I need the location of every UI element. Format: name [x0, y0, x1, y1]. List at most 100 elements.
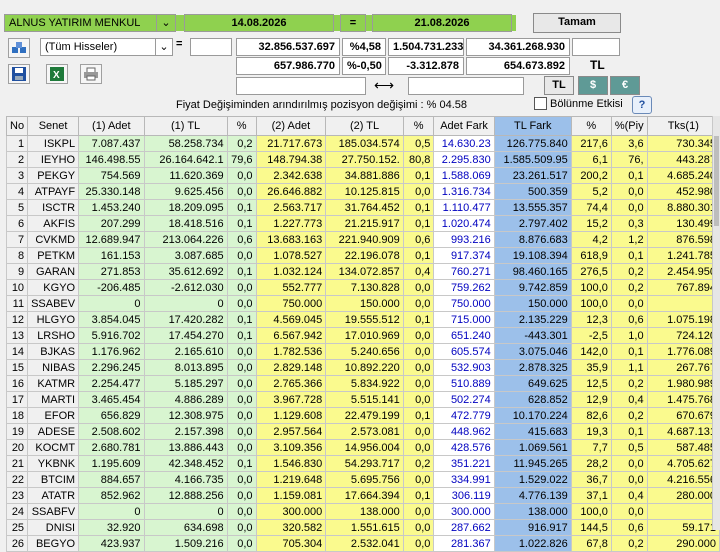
table-row[interactable]: 25 DNISI 32.920 634.698 0,0 320.582 1.551.615 0…: [5, 519, 720, 536]
cell-col-2-pct: 0,1: [402, 247, 435, 264]
table-row[interactable]: 18 EFOR 656.829 12.308.975 0,0 1.129.608 22.47…: [5, 407, 720, 424]
company-select[interactable]: ALNUS YATIRIM MENKUL: [4, 14, 160, 32]
cell-col-2-pct: 0,1: [402, 199, 435, 216]
cell-col-tl-fark: 500.359: [493, 183, 572, 200]
table-row[interactable]: 20 KOCMT 2.680.781 13.886.443 0,0 3.109.356 14…: [5, 439, 720, 456]
cell-col-adet-fark: 502.274: [433, 391, 495, 408]
table-row[interactable]: 11 SSABEV 0 0 0,0 750.000 150.000 0,0 750.000 150…: [5, 295, 720, 312]
cell-col-pct-piy: 0,6: [610, 311, 648, 328]
header-col-2-pct[interactable]: %: [402, 116, 435, 136]
start-date-field[interactable]: 14.08.2026: [184, 14, 334, 32]
cell-col-2-tl: 17.010.969: [325, 327, 404, 344]
header-col-adet-fark[interactable]: Adet Fark: [433, 116, 495, 136]
company-dropdown-button[interactable]: ⌄: [156, 14, 176, 32]
portfolio-icon[interactable]: [8, 38, 30, 58]
cell-col-2-adet: 1.227.773: [255, 215, 327, 232]
stock-filter-select[interactable]: (Tüm Hisseler): [40, 38, 156, 56]
cell-col-pct: 12,3: [570, 311, 612, 328]
save-icon[interactable]: [8, 64, 30, 84]
cell-col-1-tl: 17.454.270: [143, 327, 228, 344]
table-row[interactable]: 9 GARAN 271.853 35.612.692 0,1 1.032.124 134.0…: [5, 263, 720, 280]
table-row[interactable]: 19 ADESE 2.508.602 2.157.398 0,0 2.957.564 2.5…: [5, 423, 720, 440]
table-row[interactable]: 24 SSABFV 0 0 0,0 300.000 138.000 0,0 300.000 138…: [5, 503, 720, 520]
cell-col-2-pct: 0,1: [402, 487, 435, 504]
range-from-input[interactable]: [236, 77, 366, 95]
header-col-1-adet[interactable]: (1) Adet: [78, 116, 145, 136]
header-col-tl-fark[interactable]: TL Fark: [493, 116, 572, 136]
cell-col-adet-fark: 428.576: [433, 439, 495, 456]
table-row[interactable]: 15 NIBAS 2.296.245 8.013.895 0,0 2.829.148 10.…: [5, 359, 720, 376]
table-row[interactable]: 16 KATMR 2.254.477 5.185.297 0,0 2.765.366 5.8…: [5, 375, 720, 392]
split-effect-toggle[interactable]: Bölünme Etkisi: [534, 97, 623, 110]
cell-col-senet: BEGYO: [27, 535, 80, 552]
tamam-button[interactable]: Tamam: [533, 13, 621, 33]
cell-col-no: 22: [5, 471, 29, 488]
table-row[interactable]: 23 ATATR 852.962 12.888.256 0,0 1.159.081 17.6…: [5, 487, 720, 504]
table-row[interactable]: 2 IEYHO 146.498.55 26.164.642.1 79,6 148.794.…: [5, 151, 720, 168]
vertical-scrollbar[interactable]: [712, 116, 720, 530]
header-col-tks1[interactable]: Tks(1): [646, 116, 720, 136]
cell-col-tl-fark: -443.301: [493, 327, 572, 344]
header-col-1-pct[interactable]: %: [226, 116, 257, 136]
filter-value-input[interactable]: [190, 38, 232, 56]
cell-col-tks1: 267.767: [646, 359, 720, 376]
cell-col-pct: 100,0: [570, 503, 612, 520]
currency-tl-button[interactable]: TL: [544, 76, 574, 95]
cell-col-tks1: 1.241.785: [646, 247, 720, 264]
scrollbar-thumb[interactable]: [714, 136, 719, 226]
table-row[interactable]: 8 PETKM 161.153 3.087.685 0,0 1.078.527 22.196…: [5, 247, 720, 264]
printer-icon[interactable]: [80, 64, 102, 84]
table-row[interactable]: 21 YKBNK 1.195.609 42.348.452 0,1 1.546.830 54…: [5, 455, 720, 472]
cell-col-1-tl: 42.348.452: [143, 455, 228, 472]
cell-col-1-tl: 2.165.610: [143, 343, 228, 360]
table-row[interactable]: 14 BJKAS 1.176.962 2.165.610 0,0 1.782.536 5.2…: [5, 343, 720, 360]
cell-col-no: 4: [5, 183, 29, 200]
cell-col-1-adet: 3.465.454: [78, 391, 145, 408]
cell-col-2-tl: 134.072.857: [325, 263, 404, 280]
header-col-pct-piy[interactable]: %(Piy: [610, 116, 648, 136]
table-row[interactable]: 7 CVKMD 12.689.947 213.064.226 0,6 13.683.163…: [5, 231, 720, 248]
header-col-2-adet[interactable]: (2) Adet: [255, 116, 327, 136]
table-row[interactable]: 12 HLGYO 3.854.045 17.420.282 0,1 4.569.045 19…: [5, 311, 720, 328]
cell-col-2-tl: 7.130.828: [325, 279, 404, 296]
cell-col-2-adet: 705.304: [255, 535, 327, 552]
cell-col-1-pct: 0,0: [226, 375, 257, 392]
cell-col-2-tl: 22.196.078: [325, 247, 404, 264]
table-row[interactable]: 17 MARTI 3.465.454 4.886.289 0,0 3.967.728 5.5…: [5, 391, 720, 408]
table-row[interactable]: 26 BEGYO 423.937 1.509.216 0,0 705.304 2.532.0…: [5, 535, 720, 552]
filter-equals: =: [176, 38, 183, 50]
header-col-no[interactable]: No: [5, 116, 29, 136]
cell-col-tks1: [646, 503, 720, 520]
header-col-1-tl[interactable]: (1) TL: [143, 116, 228, 136]
cell-col-1-pct: 0,1: [226, 215, 257, 232]
table-row[interactable]: 6 AKFIS 207.299 18.418.516 0,1 1.227.773 21.21…: [5, 215, 720, 232]
table-row[interactable]: 5 ISCTR 1.453.240 18.209.095 0,1 2.563.717 31.…: [5, 199, 720, 216]
header-col-senet[interactable]: Senet: [27, 116, 80, 136]
cell-col-tl-fark: 98.460.165: [493, 263, 572, 280]
header-col-pct[interactable]: %: [570, 116, 612, 136]
cell-col-1-adet: 271.853: [78, 263, 145, 280]
table-row[interactable]: 13 LRSHO 5.916.702 17.454.270 0,1 6.567.942 17…: [5, 327, 720, 344]
currency-eur-button[interactable]: €: [610, 76, 640, 95]
cell-col-senet: SSABEV: [27, 295, 80, 312]
summary-2-diff: -3.312.878: [388, 57, 464, 75]
help-icon[interactable]: ?: [632, 96, 652, 114]
currency-usd-button[interactable]: $: [578, 76, 608, 95]
table-row[interactable]: 22 BTCIM 884.657 4.166.735 0,0 1.219.648 5.695…: [5, 471, 720, 488]
stock-filter-dropdown[interactable]: ⌄: [155, 38, 173, 56]
range-to-input[interactable]: [408, 77, 524, 95]
table-row[interactable]: 10 KGYO -206.485 -2.612.030 0,0 552.777 7.130.…: [5, 279, 720, 296]
cell-col-1-tl: 3.087.685: [143, 247, 228, 264]
cell-col-2-tl: 1.551.615: [325, 519, 404, 536]
table-row[interactable]: 3 PEKGY 754.569 11.620.369 0,0 2.342.638 34.88…: [5, 167, 720, 184]
date-equals-button[interactable]: =: [340, 14, 366, 32]
cell-col-pct-piy: 0,2: [610, 279, 648, 296]
end-date-field[interactable]: 21.08.2026: [372, 14, 512, 32]
header-col-2-tl[interactable]: (2) TL: [325, 116, 404, 136]
cell-col-2-adet: 4.569.045: [255, 311, 327, 328]
cell-col-senet: HLGYO: [27, 311, 80, 328]
split-effect-checkbox[interactable]: [534, 97, 547, 110]
table-row[interactable]: 4 ATPAYF 25.330.148 9.625.456 0,0 26.646.882 1…: [5, 183, 720, 200]
excel-icon[interactable]: X: [46, 64, 68, 84]
table-row[interactable]: 1 ISKPL 7.087.437 58.258.734 0,2 21.717.673 18…: [5, 135, 720, 152]
